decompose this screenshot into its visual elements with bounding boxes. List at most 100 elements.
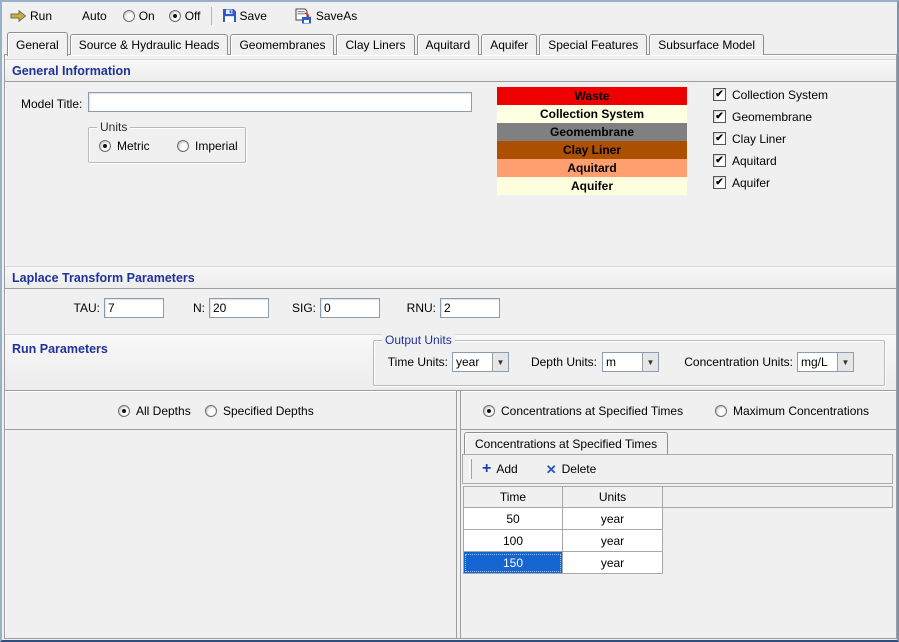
n-label: N:	[175, 301, 205, 315]
tab-source-hydraulic-heads[interactable]: Source & Hydraulic Heads	[70, 34, 229, 55]
tab-aquifer[interactable]: Aquifer	[481, 34, 537, 55]
clay-liner-checkbox[interactable]: Clay Liner	[713, 132, 828, 145]
tau-input[interactable]	[104, 298, 164, 318]
tab-aquitard[interactable]: Aquitard	[417, 34, 480, 55]
concentrations-radio-band: Concentrations at Specified Times Maximu…	[461, 391, 896, 430]
tab-subsurface-model[interactable]: Subsurface Model	[649, 34, 764, 55]
metric-radio[interactable]: Metric	[99, 139, 150, 153]
units-column-header[interactable]: Units	[563, 486, 663, 508]
table-row: 50 year	[463, 508, 893, 530]
time-cell[interactable]: 100	[463, 530, 563, 552]
tab-general[interactable]: General	[7, 32, 68, 56]
off-radio-circle[interactable]	[169, 10, 181, 22]
units-cell[interactable]: year	[563, 552, 663, 574]
concentrations-specified-times-radio[interactable]: Concentrations at Specified Times	[483, 404, 683, 418]
units-groupbox: Units Metric Imperial	[88, 127, 246, 163]
tab-clay-liners[interactable]: Clay Liners	[336, 34, 414, 55]
n-input[interactable]	[209, 298, 269, 318]
laplace-fields-row: TAU: N: SIG: RNU:	[5, 298, 896, 320]
rnu-label: RNU:	[398, 301, 436, 315]
time-units-value: year	[453, 355, 492, 369]
maximum-concentrations-radio[interactable]: Maximum Concentrations	[715, 404, 869, 418]
main-tabstrip: General Source & Hydraulic Heads Geomemb…	[4, 31, 895, 55]
layer-waste: Waste	[497, 87, 687, 105]
table-row: 100 year	[463, 530, 893, 552]
times-grid-tab[interactable]: Concentrations at Specified Times	[464, 432, 668, 454]
times-table-header-row: Time Units	[463, 486, 893, 508]
filler-column-header	[663, 486, 893, 508]
units-cell[interactable]: year	[563, 530, 663, 552]
saveas-label: SaveAs	[316, 9, 357, 23]
geomembrane-check-label: Geomembrane	[732, 110, 812, 124]
geomembrane-check-icon[interactable]	[713, 110, 726, 123]
aquitard-checkbox[interactable]: Aquitard	[713, 154, 828, 167]
app-window: Run Auto On Off Save	[0, 0, 899, 642]
aquitard-check-label: Aquitard	[732, 154, 777, 168]
depth-units-chevron-down-icon[interactable]: ▼	[642, 353, 658, 371]
layer-collection-system: Collection System	[497, 105, 687, 123]
save-button[interactable]: Save	[222, 8, 267, 23]
table-row: 150 year	[463, 552, 893, 574]
delete-button[interactable]: ✕ Delete	[546, 462, 597, 476]
tau-label: TAU:	[45, 301, 100, 315]
time-cell[interactable]: 50	[463, 508, 563, 530]
aquifer-check-icon[interactable]	[713, 176, 726, 189]
concentration-units-chevron-down-icon[interactable]: ▼	[837, 353, 853, 371]
time-column-header[interactable]: Time	[463, 486, 563, 508]
time-cell-selected[interactable]: 150	[463, 552, 563, 574]
metric-label: Metric	[117, 139, 150, 153]
auto-off-radio[interactable]: Off	[169, 9, 201, 23]
geomembrane-checkbox[interactable]: Geomembrane	[713, 110, 828, 123]
concentration-units-value: mg/L	[798, 355, 837, 369]
concentrations-panel: Concentrations at Specified Times Maximu…	[460, 391, 896, 638]
sig-input[interactable]	[320, 298, 380, 318]
maximum-concentrations-radio-circle[interactable]	[715, 405, 727, 417]
toolbar-grip-handle[interactable]	[469, 459, 472, 479]
all-depths-radio-circle[interactable]	[118, 405, 130, 417]
depths-radio-band: All Depths Specified Depths	[5, 391, 456, 430]
time-units-label: Time Units:	[378, 355, 448, 369]
clay-liner-check-icon[interactable]	[713, 132, 726, 145]
imperial-radio-circle[interactable]	[177, 140, 189, 152]
output-units-groupbox: Output Units Time Units: year ▼ Depth Un…	[373, 340, 885, 386]
tab-special-features[interactable]: Special Features	[539, 34, 647, 55]
units-cell[interactable]: year	[563, 508, 663, 530]
main-toolbar: Run Auto On Off Save	[2, 2, 897, 29]
saveas-button[interactable]: SaveAs	[295, 8, 357, 24]
plus-icon: +	[482, 462, 491, 476]
run-icon	[10, 9, 27, 23]
all-depths-radio[interactable]: All Depths	[118, 404, 191, 418]
concentration-units-dropdown[interactable]: mg/L ▼	[797, 352, 854, 372]
toolbar-separator	[211, 7, 212, 25]
depth-units-value: m	[603, 355, 642, 369]
time-units-chevron-down-icon[interactable]: ▼	[492, 353, 508, 371]
specified-depths-radio-circle[interactable]	[205, 405, 217, 417]
specified-depths-radio[interactable]: Specified Depths	[205, 404, 314, 418]
specified-depths-label: Specified Depths	[223, 404, 314, 418]
rnu-input[interactable]	[440, 298, 500, 318]
run-button[interactable]: Run	[10, 9, 52, 23]
model-title-input[interactable]	[88, 92, 472, 112]
aquitard-check-icon[interactable]	[713, 154, 726, 167]
metric-radio-circle[interactable]	[99, 140, 111, 152]
concentrations-specified-times-label: Concentrations at Specified Times	[501, 404, 683, 418]
model-title-label: Model Title:	[21, 97, 82, 111]
tab-geomembranes[interactable]: Geomembranes	[230, 34, 334, 55]
add-label: Add	[496, 462, 517, 476]
imperial-radio[interactable]: Imperial	[177, 139, 238, 153]
collection-system-checkbox[interactable]: Collection System	[713, 88, 828, 101]
time-units-dropdown[interactable]: year ▼	[452, 352, 509, 372]
general-info-title: General Information	[12, 64, 131, 78]
auto-on-radio[interactable]: On	[123, 9, 155, 23]
add-button[interactable]: + Add	[482, 462, 518, 476]
saveas-icon	[295, 8, 313, 24]
cross-icon: ✕	[546, 463, 557, 476]
concentrations-specified-times-radio-circle[interactable]	[483, 405, 495, 417]
layer-aquitard: Aquitard	[497, 159, 687, 177]
auto-label: Auto	[82, 9, 107, 23]
collection-system-check-icon[interactable]	[713, 88, 726, 101]
aquifer-checkbox[interactable]: Aquifer	[713, 176, 828, 189]
on-radio-circle[interactable]	[123, 10, 135, 22]
layer-clay-liner: Clay Liner	[497, 141, 687, 159]
depth-units-dropdown[interactable]: m ▼	[602, 352, 659, 372]
